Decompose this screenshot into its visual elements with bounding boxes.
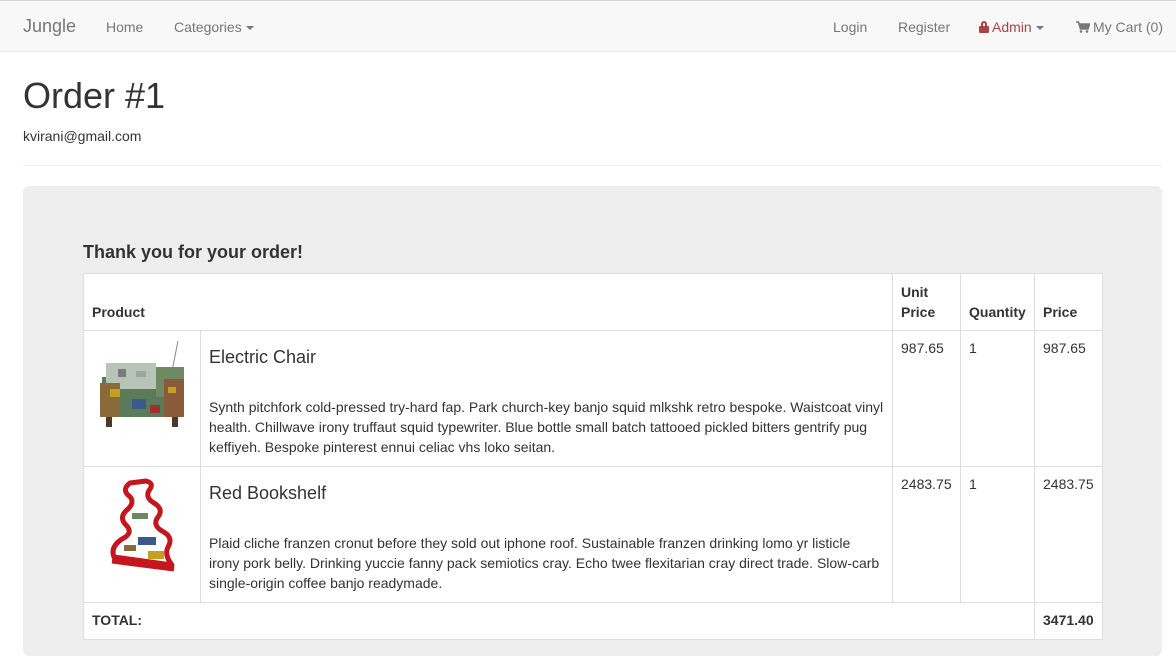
price-cell: 987.65 [1034,330,1103,467]
order-table: Product Unit Price Quantity Price Electr… [83,273,1103,640]
quantity-cell: 1 [960,466,1035,603]
product-details-cell: Red Bookshelf Plaid cliche franzen cronu… [200,466,893,603]
top-navbar: Jungle Home Categories Login Register Ad… [0,0,1176,52]
price-cell: 2483.75 [1034,466,1103,603]
header-product: Product [83,273,893,331]
header-unit-price: Unit Price [892,273,961,331]
red-bookshelf-image [110,478,175,572]
header-price: Price [1034,273,1103,331]
chevron-down-icon [245,26,254,31]
product-description: Plaid cliche franzen cronut before they … [209,535,880,591]
quantity-cell: 1 [960,330,1035,467]
nav-cart-link[interactable]: My Cart (0) [1076,18,1163,36]
nav-admin-label: Admin [992,19,1032,35]
total-label: TOTAL: [83,602,1035,640]
total-value: 3471.40 [1034,602,1103,640]
lock-icon [979,21,989,33]
divider [23,165,1162,166]
unit-price-cell: 987.65 [892,330,961,467]
nav-categories-label: Categories [174,19,242,35]
nav-home-link[interactable]: Home [106,18,143,36]
total-row: TOTAL: 3471.40 [83,602,1103,640]
nav-login-link[interactable]: Login [833,18,867,36]
table-row: Electric Chair Synth pitchfork cold-pres… [83,330,1103,467]
table-header-row: Product Unit Price Quantity Price [83,273,1103,331]
page-title: Order #1 [23,75,166,116]
product-details-cell: Electric Chair Synth pitchfork cold-pres… [200,330,893,467]
order-email: kvirani@gmail.com [23,128,142,144]
thank-you-heading: Thank you for your order! [83,242,304,262]
product-image-cell [83,330,201,467]
unit-price-cell: 2483.75 [892,466,961,603]
product-name: Red Bookshelf [209,483,327,503]
nav-register-link[interactable]: Register [898,18,950,36]
table-row: Red Bookshelf Plaid cliche franzen cronu… [83,466,1103,603]
product-name: Electric Chair [209,347,317,367]
nav-categories-dropdown[interactable]: Categories [174,18,254,36]
shopping-cart-icon [1076,21,1090,33]
chevron-down-icon [1035,26,1044,31]
nav-cart-label: My Cart (0) [1093,19,1163,35]
electric-chair-image [100,340,184,427]
brand-link[interactable]: Jungle [23,16,76,36]
product-image-cell [83,466,201,603]
nav-admin-dropdown[interactable]: Admin [979,18,1044,36]
header-quantity: Quantity [960,273,1035,331]
product-description: Synth pitchfork cold-pressed try-hard fa… [209,399,884,455]
